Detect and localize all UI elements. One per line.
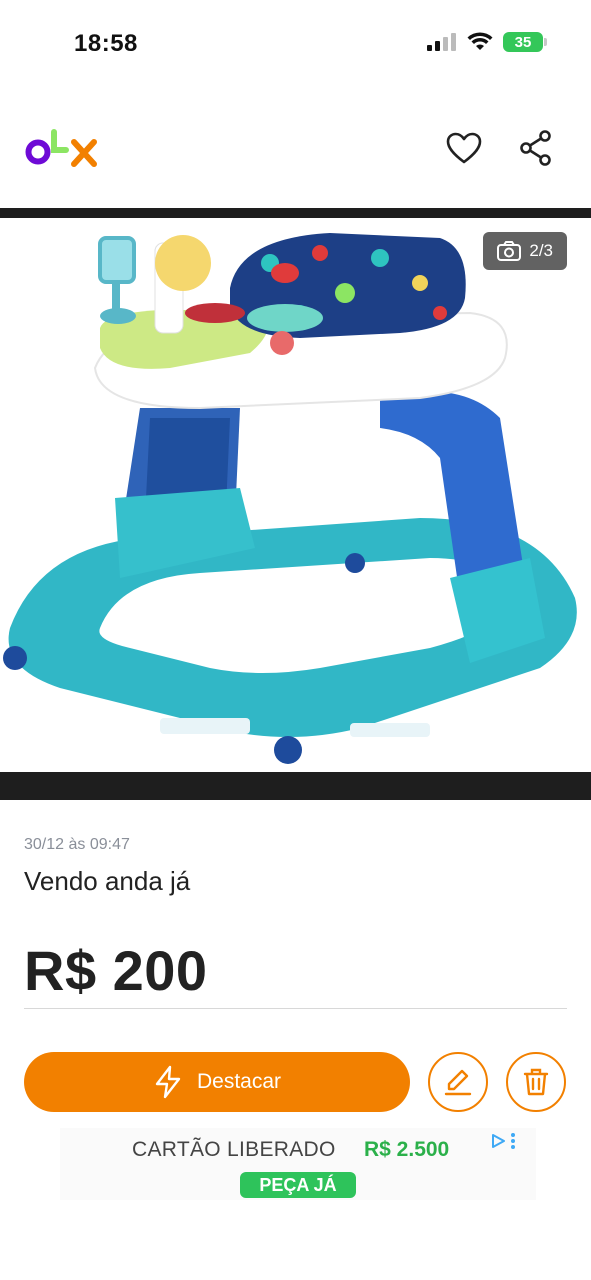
more-options-icon[interactable] bbox=[510, 1132, 516, 1150]
status-time: 18:58 bbox=[74, 30, 138, 57]
lightning-icon bbox=[155, 1065, 181, 1099]
favorite-button[interactable] bbox=[444, 128, 484, 168]
heart-icon bbox=[446, 132, 482, 164]
olx-logo[interactable] bbox=[24, 128, 100, 177]
photo-counter: 2/3 bbox=[483, 232, 567, 270]
signal-icon bbox=[427, 33, 456, 51]
ad-choices[interactable] bbox=[490, 1132, 516, 1150]
delete-button[interactable] bbox=[506, 1052, 566, 1112]
ad-price: R$ 2.500 bbox=[364, 1138, 450, 1161]
ad-banner[interactable]: CARTÃO LIBERADO R$ 2.500 PEÇA JÁ bbox=[60, 1128, 536, 1200]
status-icons: 35 bbox=[427, 32, 547, 52]
listing-price: R$ 200 bbox=[24, 939, 208, 1002]
camera-icon bbox=[497, 241, 522, 261]
app-header bbox=[0, 120, 591, 180]
trash-icon bbox=[523, 1068, 549, 1096]
ad-cta-button[interactable]: PEÇA JÁ bbox=[240, 1172, 356, 1198]
listing-title: Vendo anda já bbox=[24, 866, 191, 896]
battery-icon: 35 bbox=[503, 32, 547, 52]
battery-level: 35 bbox=[514, 33, 532, 51]
ad-choices-icon bbox=[492, 1134, 505, 1148]
highlight-button-label: Destacar bbox=[196, 1070, 282, 1093]
edit-button[interactable] bbox=[428, 1052, 488, 1112]
status-bar: 18:58 35 bbox=[0, 0, 591, 88]
share-icon bbox=[520, 130, 551, 166]
photo-gallery[interactable]: 2/3 bbox=[0, 208, 591, 800]
wifi-icon bbox=[467, 32, 493, 50]
share-button[interactable] bbox=[516, 128, 556, 168]
highlight-button[interactable]: Destacar bbox=[24, 1052, 410, 1112]
gallery-top-bar bbox=[0, 208, 591, 218]
gallery-bottom-bar bbox=[0, 772, 591, 800]
ad-text: CARTÃO LIBERADO bbox=[132, 1138, 336, 1161]
listing-date: 30/12 às 09:47 bbox=[24, 836, 130, 853]
product-photo[interactable] bbox=[0, 218, 591, 772]
pencil-icon bbox=[444, 1069, 472, 1096]
photo-counter-text: 2/3 bbox=[529, 241, 553, 260]
divider bbox=[24, 1008, 567, 1009]
